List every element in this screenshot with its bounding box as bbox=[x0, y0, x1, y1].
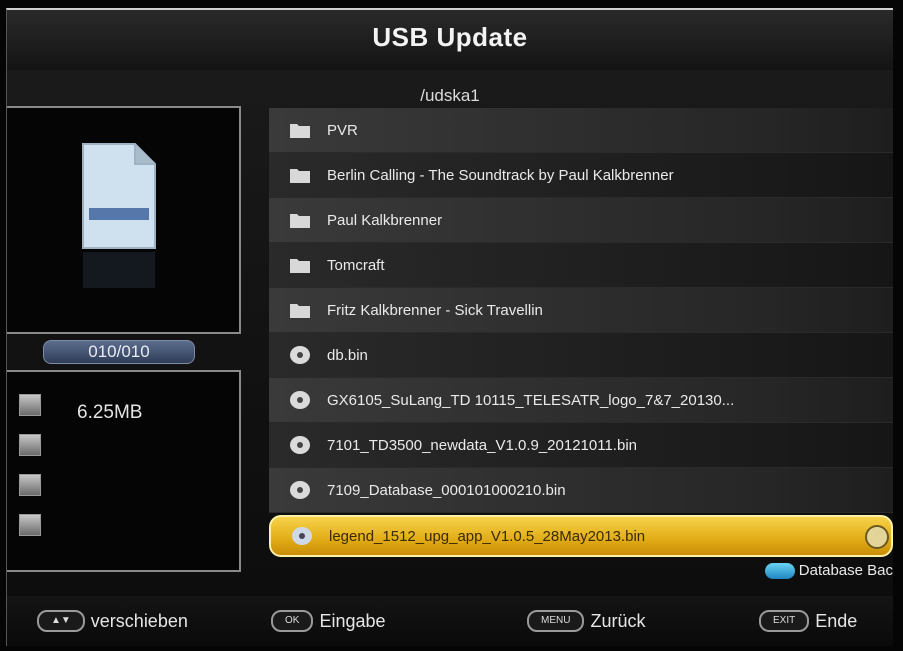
list-item[interactable]: PVR bbox=[269, 108, 893, 153]
hint-label: Database Bac bbox=[798, 562, 893, 579]
list-item[interactable]: 7101_TD3500_newdata_V1.0.9_20121011.bin bbox=[269, 423, 893, 468]
folder-icon bbox=[290, 214, 310, 228]
list-item[interactable]: Tomcraft bbox=[269, 243, 893, 288]
footer-bar: ▲▼ verschieben OK Eingabe MENU Zurück EX… bbox=[7, 596, 893, 646]
file-size: 6.25MB bbox=[77, 402, 143, 423]
disc-file-icon bbox=[290, 391, 310, 409]
enter-label: Eingabe bbox=[319, 610, 386, 631]
list-item[interactable]: 7109_Database_000101000210.bin bbox=[269, 468, 893, 513]
info-icon-2 bbox=[19, 434, 41, 456]
disc-file-icon bbox=[292, 527, 312, 545]
move-label: verschieben bbox=[90, 610, 188, 631]
file-document-icon bbox=[82, 143, 156, 288]
exit-button[interactable]: EXIT Ende bbox=[759, 610, 857, 632]
ok-key-icon: OK bbox=[271, 610, 314, 632]
list-item[interactable]: GX6105_SuLang_TD 10115_TELESATR_logo_7&7… bbox=[269, 378, 893, 423]
arrow-key-icon: ▲▼ bbox=[37, 610, 85, 632]
menu-key-icon: MENU bbox=[527, 610, 585, 632]
file-preview bbox=[7, 106, 241, 334]
info-icon-3 bbox=[19, 474, 41, 496]
list-item[interactable]: Fritz Kalkbrenner - Sick Travellin bbox=[269, 288, 893, 333]
selection-marker-icon bbox=[865, 525, 889, 549]
disc-file-icon bbox=[290, 436, 310, 454]
blue-key-icon bbox=[764, 562, 795, 579]
file-counter: 010/010 bbox=[43, 340, 195, 364]
database-backup-hint[interactable]: Database Bac bbox=[764, 562, 893, 579]
current-path: /udska1 bbox=[420, 86, 480, 105]
usb-update-screen: USB Update /udska1 010/010 6.25MB PVR Be… bbox=[6, 8, 893, 646]
title-bar: USB Update bbox=[7, 10, 893, 70]
folder-icon bbox=[290, 259, 310, 273]
info-icon-4 bbox=[19, 514, 41, 536]
disc-file-icon bbox=[290, 346, 310, 364]
list-item[interactable]: Berlin Calling - The Soundtrack by Paul … bbox=[269, 153, 893, 198]
disc-file-icon bbox=[290, 481, 310, 499]
move-button[interactable]: ▲▼ verschieben bbox=[37, 610, 188, 632]
folder-icon bbox=[290, 304, 310, 318]
list-item[interactable]: db.bin bbox=[269, 333, 893, 378]
file-info-panel: 6.25MB bbox=[7, 370, 241, 572]
file-list: PVR Berlin Calling - The Soundtrack by P… bbox=[269, 108, 893, 559]
folder-icon bbox=[290, 124, 310, 138]
list-item[interactable]: Paul Kalkbrenner bbox=[269, 198, 893, 243]
exit-label: Ende bbox=[815, 610, 858, 631]
back-label: Zurück bbox=[590, 610, 646, 631]
page-title: USB Update bbox=[372, 22, 528, 52]
enter-button[interactable]: OK Eingabe bbox=[271, 610, 386, 632]
back-button[interactable]: MENU Zurück bbox=[527, 610, 645, 632]
info-icon-1 bbox=[19, 394, 41, 416]
list-item-selected[interactable]: legend_1512_upg_app_V1.0.5_28May2013.bin bbox=[269, 515, 893, 557]
exit-key-icon: EXIT bbox=[759, 610, 810, 632]
folder-icon bbox=[290, 169, 310, 183]
